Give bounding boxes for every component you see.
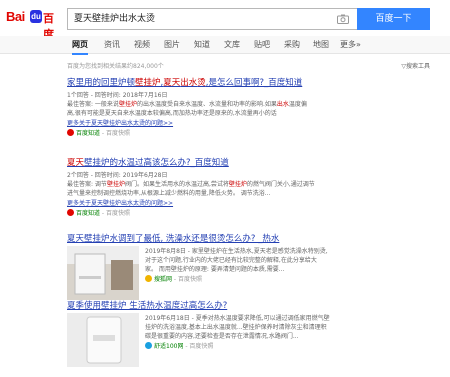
search-result-2: 夏天壁挂炉的水温过高该怎么办?_百度知道 2个回答 - 回答时间: 2019年6… — [67, 156, 437, 217]
result-snippet-line: 挂炉的洗浴温度,基本上出水温度就...壁挂炉保养时清除灰尘和清理积 — [145, 324, 327, 331]
snippet-highlight: 出水 — [276, 101, 289, 108]
baidu-logo[interactable]: Bai du 百度 — [6, 9, 58, 41]
title-part: 的水温过高该怎么办?_百度知道 — [109, 158, 229, 168]
result-title-2[interactable]: 夏天壁挂炉的水温过高该怎么办?_百度知道 — [67, 156, 437, 168]
tab-more[interactable]: 更多» — [340, 39, 361, 50]
title-part: 壁挂炉 — [84, 158, 110, 168]
search-tools-label: 搜索工具 — [405, 63, 430, 70]
search-tools-button[interactable]: ▽搜索工具 — [401, 61, 430, 70]
result-snippet: 2019年6月18日 - 夏季对热水温度要求降低,可以通过调低家用燃气壁 挂炉的… — [145, 314, 330, 350]
result-snippet-line: 碳是很重要的内容,还要检查是否存在泄露情况,水路阀门... — [145, 333, 299, 340]
tab-web[interactable]: 网页 — [72, 39, 88, 55]
camera-icon[interactable] — [337, 14, 349, 24]
snippet-part: 最佳答案: 调节 — [67, 181, 107, 188]
snippet-highlight: 壁挂炉 — [228, 181, 247, 188]
result-meta: 1个回答 - 回答时间: 2018年7月16日 — [67, 92, 168, 99]
result-snippet-line: 最佳答案: 一般来说壁挂炉的出水温度受自来水温度、水流量和功率的影响.如果出水温… — [67, 100, 437, 109]
more-questions-link[interactable]: 更多关于夏天壁挂炉出水太烫的问题>> — [67, 118, 437, 127]
cache-link[interactable]: - 百度快照 — [100, 210, 130, 217]
result-count: 百度为您找到相关结果约824,000个 — [67, 63, 164, 70]
tab-news[interactable]: 资讯 — [104, 39, 120, 50]
tab-purchase[interactable]: 采购 — [284, 39, 300, 50]
result-snippet-line: 家。 而用壁挂炉的原理: 要弄清楚问题的本质,需要... — [145, 266, 285, 273]
source-name: 百度知道 — [76, 130, 101, 137]
search-result-1: 家里用的回里炉顿壁挂炉,夏天出水烫,是怎么回事啊?_百度知道 1个回答 - 回答… — [67, 76, 437, 137]
paw-icon: du — [30, 10, 42, 23]
zhidao-icon — [67, 209, 74, 216]
result-source[interactable]: 百度知道 - 百度快照 — [67, 208, 437, 217]
search-result-3: 夏天壁挂炉水调到了最低, 洗澡水还是很烫怎么办? _热水 2019年8月8日 -… — [67, 232, 447, 300]
result-snippet: 2019年8月8日 - 家里壁挂炉在生活热水,夏天老是感觉洗澡水特别烫, 对于这… — [145, 247, 328, 283]
title-highlight: 壁挂炉 — [135, 78, 161, 88]
search-button[interactable]: 百度一下 — [357, 8, 430, 30]
result-title-3[interactable]: 夏天壁挂炉水调到了最低, 洗澡水还是很烫怎么办? _热水 — [67, 232, 447, 244]
snippet-part: 的出水温度受自来水温度、水流量和功率的影响.如果 — [136, 101, 277, 108]
tab-images[interactable]: 图片 — [164, 39, 180, 50]
result-snippet-line: 2019年8月8日 - 家里壁挂炉在生活热水,夏天老是感觉洗澡水特别烫, — [145, 248, 328, 255]
snippet-part: 的燃气阀门关小,通过调节 — [246, 181, 315, 188]
zhidao-icon — [67, 129, 74, 136]
tab-tieba[interactable]: 贴吧 — [254, 39, 270, 50]
sohu-icon — [145, 275, 152, 282]
logo-text-left: Bai — [6, 9, 25, 24]
result-title-1[interactable]: 家里用的回里炉顿壁挂炉,夏天出水烫,是怎么回事啊?_百度知道 — [67, 76, 437, 88]
title-part: 家里用的回里炉顿 — [67, 78, 136, 88]
snippet-part: 温度偏 — [288, 101, 307, 108]
title-highlight: 夏天 — [67, 158, 85, 168]
result-thumbnail[interactable] — [67, 246, 139, 300]
tab-video[interactable]: 视频 — [134, 39, 150, 50]
shushi-icon — [145, 342, 152, 349]
tab-wenku[interactable]: 文库 — [224, 39, 240, 50]
search-input[interactable] — [74, 11, 324, 27]
result-snippet-line: 高,很有可能是夏天自来水温度本较偏高,而加热功率还是原来的,水流量再小的话 — [67, 110, 277, 117]
result-snippet-line: 最佳答案: 调节壁挂炉阀门。如果生活用水的水温过高,尝试将壁挂炉的燃气阀门关小,… — [67, 180, 437, 189]
snippet-part: 最佳答案: 一般来说 — [67, 101, 119, 108]
result-snippet-line: 2019年6月18日 - 夏季对热水温度要求降低,可以通过调低家用燃气壁 — [145, 315, 330, 322]
source-name: 舒适100网 — [154, 343, 184, 350]
source-name: 百度知道 — [76, 210, 101, 217]
cache-link[interactable]: - 百度快照 — [183, 343, 213, 350]
result-source[interactable]: 百度知道 - 百度快照 — [67, 128, 437, 137]
snippet-highlight: 壁挂炉 — [118, 101, 137, 108]
result-source[interactable]: 搜狐网 - 百度快照 — [145, 274, 328, 283]
snippet-part: 阀门。如果生活用水的水温过高,尝试将 — [124, 181, 229, 188]
tab-zhidao[interactable]: 知道 — [194, 39, 210, 50]
result-title-4[interactable]: 夏季使用壁挂炉 生活热水温度过高怎么办? — [67, 299, 447, 311]
result-source[interactable]: 舒适100网 - 百度快照 — [145, 341, 330, 350]
cache-link[interactable]: - 百度快照 — [172, 276, 202, 283]
tab-map[interactable]: 地图 — [313, 39, 329, 50]
title-part: ,是怎么回事啊?_百度知道 — [205, 78, 303, 88]
result-meta: 2个回答 - 回答时间: 2019年6月28日 — [67, 172, 168, 179]
snippet-highlight: 壁挂炉 — [106, 181, 125, 188]
more-questions-link[interactable]: 更多关于夏天壁挂炉出水太烫的问题>> — [67, 198, 437, 207]
result-snippet-line: 进气量来控制调控燃烧功率,从根源上减少燃料的用量,降低火势。 调节洗浴... — [67, 190, 271, 197]
title-highlight: 烫 — [197, 78, 206, 88]
search-tabs: 网页 资讯 视频 图片 知道 文库 贴吧 采购 地图 更多» — [0, 36, 450, 55]
header: Bai du 百度 百度一下 — [0, 0, 450, 41]
result-thumbnail[interactable] — [67, 313, 139, 367]
search-box[interactable] — [67, 8, 357, 30]
search-result-4: 夏季使用壁挂炉 生活热水温度过高怎么办? 2019年6月18日 - 夏季对热水温… — [67, 299, 447, 369]
cache-link[interactable]: - 百度快照 — [100, 130, 130, 137]
title-highlight: 夏天 — [163, 78, 181, 88]
title-highlight: 出水 — [180, 78, 198, 88]
result-snippet-line: 对于这个问题,行业内的大佬已经有比较完整的解释,在此分享给大 — [145, 257, 317, 264]
source-name: 搜狐网 — [154, 276, 173, 283]
